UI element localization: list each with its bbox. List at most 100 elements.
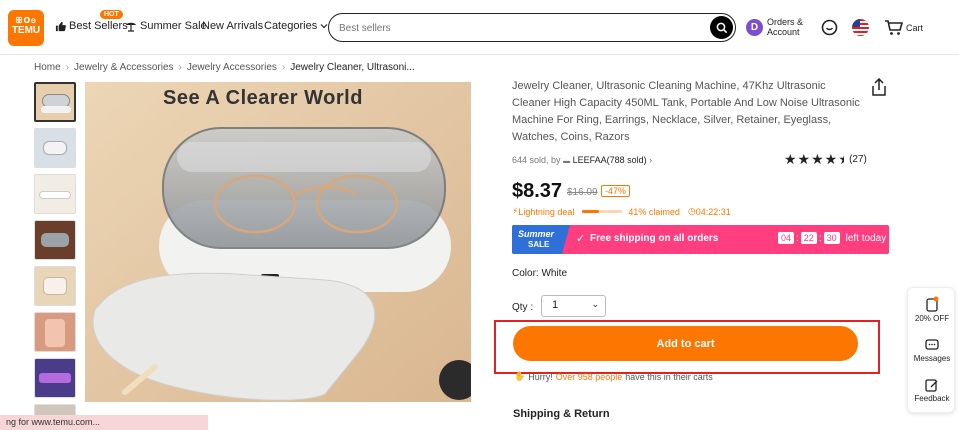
summer-logo-bottom: SALE — [528, 240, 550, 249]
summer-sale-logo: Summer SALE — [512, 225, 570, 254]
hurry-count: Over 958 people — [555, 371, 623, 382]
lightning-deal: ⚡ Lightning deal 41% claimed ◷ 04:22:31 — [512, 206, 731, 217]
promo-countdown: 04 : 22 : 30 left today — [778, 232, 886, 244]
chevron-down-icon — [320, 24, 328, 29]
product-title: Jewelry Cleaner, Ultrasonic Cleaning Mac… — [512, 80, 860, 143]
logo-mark: ꕥ𝐎𐍈 — [15, 16, 37, 25]
cart-icon[interactable] — [884, 19, 903, 36]
messages-label: Messages — [913, 354, 951, 363]
breadcrumb-jewelry-accessories[interactable]: Jewelry & Accessories — [74, 62, 173, 73]
lightning-deal-label: Lightning deal — [518, 206, 575, 217]
site-header: ꕥ𝐎𐍈 TEMU Best Sellers HOT Summer Sale Ne… — [0, 0, 959, 55]
orders-account-line1: Orders & — [767, 17, 804, 27]
thumbnail-4[interactable] — [34, 220, 76, 260]
share-icon[interactable] — [871, 78, 887, 96]
breadcrumb: Home › Jewelry & Accessories › Jewelry A… — [34, 62, 415, 73]
claimed-progress-fill — [582, 210, 599, 213]
chevron-right-icon: › — [649, 155, 653, 165]
ultrasonic-cleaner-illustration — [85, 82, 471, 402]
hurry-suffix: have this in their carts — [625, 371, 713, 382]
feedback-edit-icon — [925, 379, 938, 392]
countdown-minutes: 22 — [800, 232, 817, 244]
nav-summer-sale[interactable]: Summer Sale — [125, 20, 207, 32]
rating-stars-icon: ★★★★★ — [784, 151, 844, 167]
floating-action-bar: 20% OFF Messages Feedback — [907, 287, 955, 413]
thumbnail-3[interactable] — [34, 174, 76, 214]
nav-new-arrivals[interactable]: New Arrivals — [202, 20, 263, 32]
countdown-seconds: 30 — [823, 232, 840, 244]
store-icon: ▬ — [563, 158, 571, 165]
free-shipping-text: Free shipping on all orders — [590, 233, 719, 244]
browser-status-bar: ng for www.temu.com... — [0, 415, 208, 430]
search-button[interactable] — [710, 16, 733, 39]
rating-count: (27) — [849, 154, 867, 165]
quantity-select[interactable]: 1 ⌄ — [541, 295, 606, 317]
thumbnail-2[interactable] — [34, 128, 76, 168]
coupon-off-label: 20% OFF — [914, 314, 950, 323]
quantity-label: Qty : — [512, 302, 534, 313]
nav-new-arrivals-label: New Arrivals — [202, 20, 264, 32]
main-product-image[interactable]: See A Clearer World — [85, 82, 471, 402]
claimed-progress-bar — [582, 210, 623, 213]
thumbnail-1[interactable] — [34, 82, 76, 122]
discount-badge: -47% — [601, 185, 631, 197]
countdown-suffix: left today — [845, 232, 887, 244]
account-avatar[interactable]: D — [746, 19, 763, 36]
color-label: Color: White — [512, 268, 568, 279]
countdown-hours: 04 — [778, 232, 795, 244]
search-bar — [328, 13, 736, 42]
feedback-label: Feedback — [914, 394, 950, 403]
us-flag-icon[interactable] — [852, 19, 869, 36]
shipping-return-heading[interactable]: Shipping & Return — [513, 408, 610, 420]
breadcrumb-current: Jewelry Cleaner, Ultrasoni... — [290, 62, 415, 73]
original-price: $16.09 — [567, 187, 598, 198]
sale-price: $8.37 — [512, 180, 563, 202]
hurry-notice: ✋ Hurry! Over 958 people have this in th… — [514, 371, 713, 382]
nav-categories[interactable]: Categories — [264, 20, 328, 32]
temu-logo[interactable]: ꕥ𝐎𐍈 TEMU — [8, 10, 44, 46]
breadcrumb-home[interactable]: Home — [34, 62, 61, 73]
rating[interactable]: ★★★★★ (27) — [784, 151, 867, 168]
nav-best-sellers-label: Best Sellers — [69, 20, 128, 32]
chat-support-icon[interactable] — [821, 19, 838, 36]
quantity-value: 1 — [552, 299, 559, 311]
message-icon — [925, 339, 939, 350]
hurry-prefix: Hurry! — [528, 371, 553, 382]
add-to-cart-button[interactable]: Add to cart — [513, 326, 858, 361]
hot-badge: HOT — [100, 10, 123, 19]
logo-text: TEMU — [11, 25, 41, 36]
hand-icon: ✋ — [514, 371, 526, 381]
check-icon: ✓ — [576, 233, 586, 245]
cart-label[interactable]: Cart — [906, 23, 923, 33]
thumbnail-5[interactable] — [34, 266, 76, 306]
orders-account-line2: Account — [767, 27, 800, 37]
coupon-icon — [926, 296, 939, 312]
summer-logo-top: Summer — [518, 229, 555, 239]
feedback-button[interactable]: Feedback — [908, 378, 956, 403]
clock-icon: ◷ — [687, 206, 696, 216]
main-image-headline: See A Clearer World — [163, 87, 363, 109]
breadcrumb-separator: › — [281, 62, 286, 73]
breadcrumb-separator: › — [65, 62, 70, 73]
nav-categories-label: Categories — [264, 20, 318, 32]
summer-sale-banner[interactable]: Summer SALE ✓ Free shipping on all order… — [512, 225, 889, 254]
search-icon — [716, 22, 727, 33]
claimed-text: 41% claimed — [628, 206, 680, 217]
search-input[interactable] — [339, 19, 699, 37]
coupon-off-button[interactable]: 20% OFF — [908, 296, 956, 323]
orders-account-link[interactable]: Orders & Account — [767, 17, 803, 37]
beach-umbrella-icon — [126, 22, 136, 32]
deal-timer: 04:22:31 — [695, 206, 731, 217]
countdown-colon: : — [818, 232, 822, 244]
countdown-colon: : — [796, 232, 799, 244]
messages-button[interactable]: Messages — [908, 338, 956, 363]
thumbnail-7[interactable] — [34, 358, 76, 398]
nav-best-sellers[interactable]: Best Sellers — [55, 20, 128, 32]
thumbnail-6[interactable] — [34, 312, 76, 352]
sold-info: 644 sold, by ▬ LEEFAA(788 sold) › — [512, 155, 652, 165]
sold-count: 644 sold, by — [512, 155, 561, 165]
breadcrumb-jewelry-accessories-sub[interactable]: Jewelry Accessories — [187, 62, 277, 73]
thumbs-up-icon — [55, 21, 66, 31]
thumbnail-list — [34, 82, 76, 430]
store-link[interactable]: LEEFAA(788 sold) — [573, 155, 647, 165]
